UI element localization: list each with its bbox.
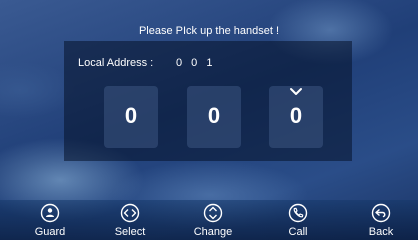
guard-icon [40,203,60,223]
select-button[interactable]: Select [100,200,160,240]
digit-box-1[interactable]: 0 [104,86,158,148]
digit-value-3: 0 [289,103,303,128]
call-button[interactable]: Call [268,200,328,240]
phone-icon [288,203,308,223]
local-address-label: Local Address : [78,57,154,69]
back-label: Back [368,226,394,238]
call-label: Call [288,226,308,238]
local-address-value: 0 0 1 [176,57,216,69]
back-button[interactable]: Back [351,200,411,240]
change-icon [203,203,223,223]
guard-label: Guard [34,226,66,238]
bottom-toolbar: Guard Select Change Call Back [0,200,418,240]
guard-button[interactable]: Guard [20,200,80,240]
digit-box-2[interactable]: 0 [187,86,241,148]
intercom-screen: Please PIck up the handset ! Local Addre… [0,0,418,240]
back-icon [371,203,391,223]
digit-value-2: 0 [207,103,221,128]
select-label: Select [114,226,146,238]
chevron-down-icon [290,88,302,95]
change-button[interactable]: Change [183,200,243,240]
prompt-message: Please PIck up the handset ! [138,25,280,37]
change-label: Change [193,226,233,238]
digit-value-1: 0 [124,103,138,128]
select-icon [120,203,140,223]
